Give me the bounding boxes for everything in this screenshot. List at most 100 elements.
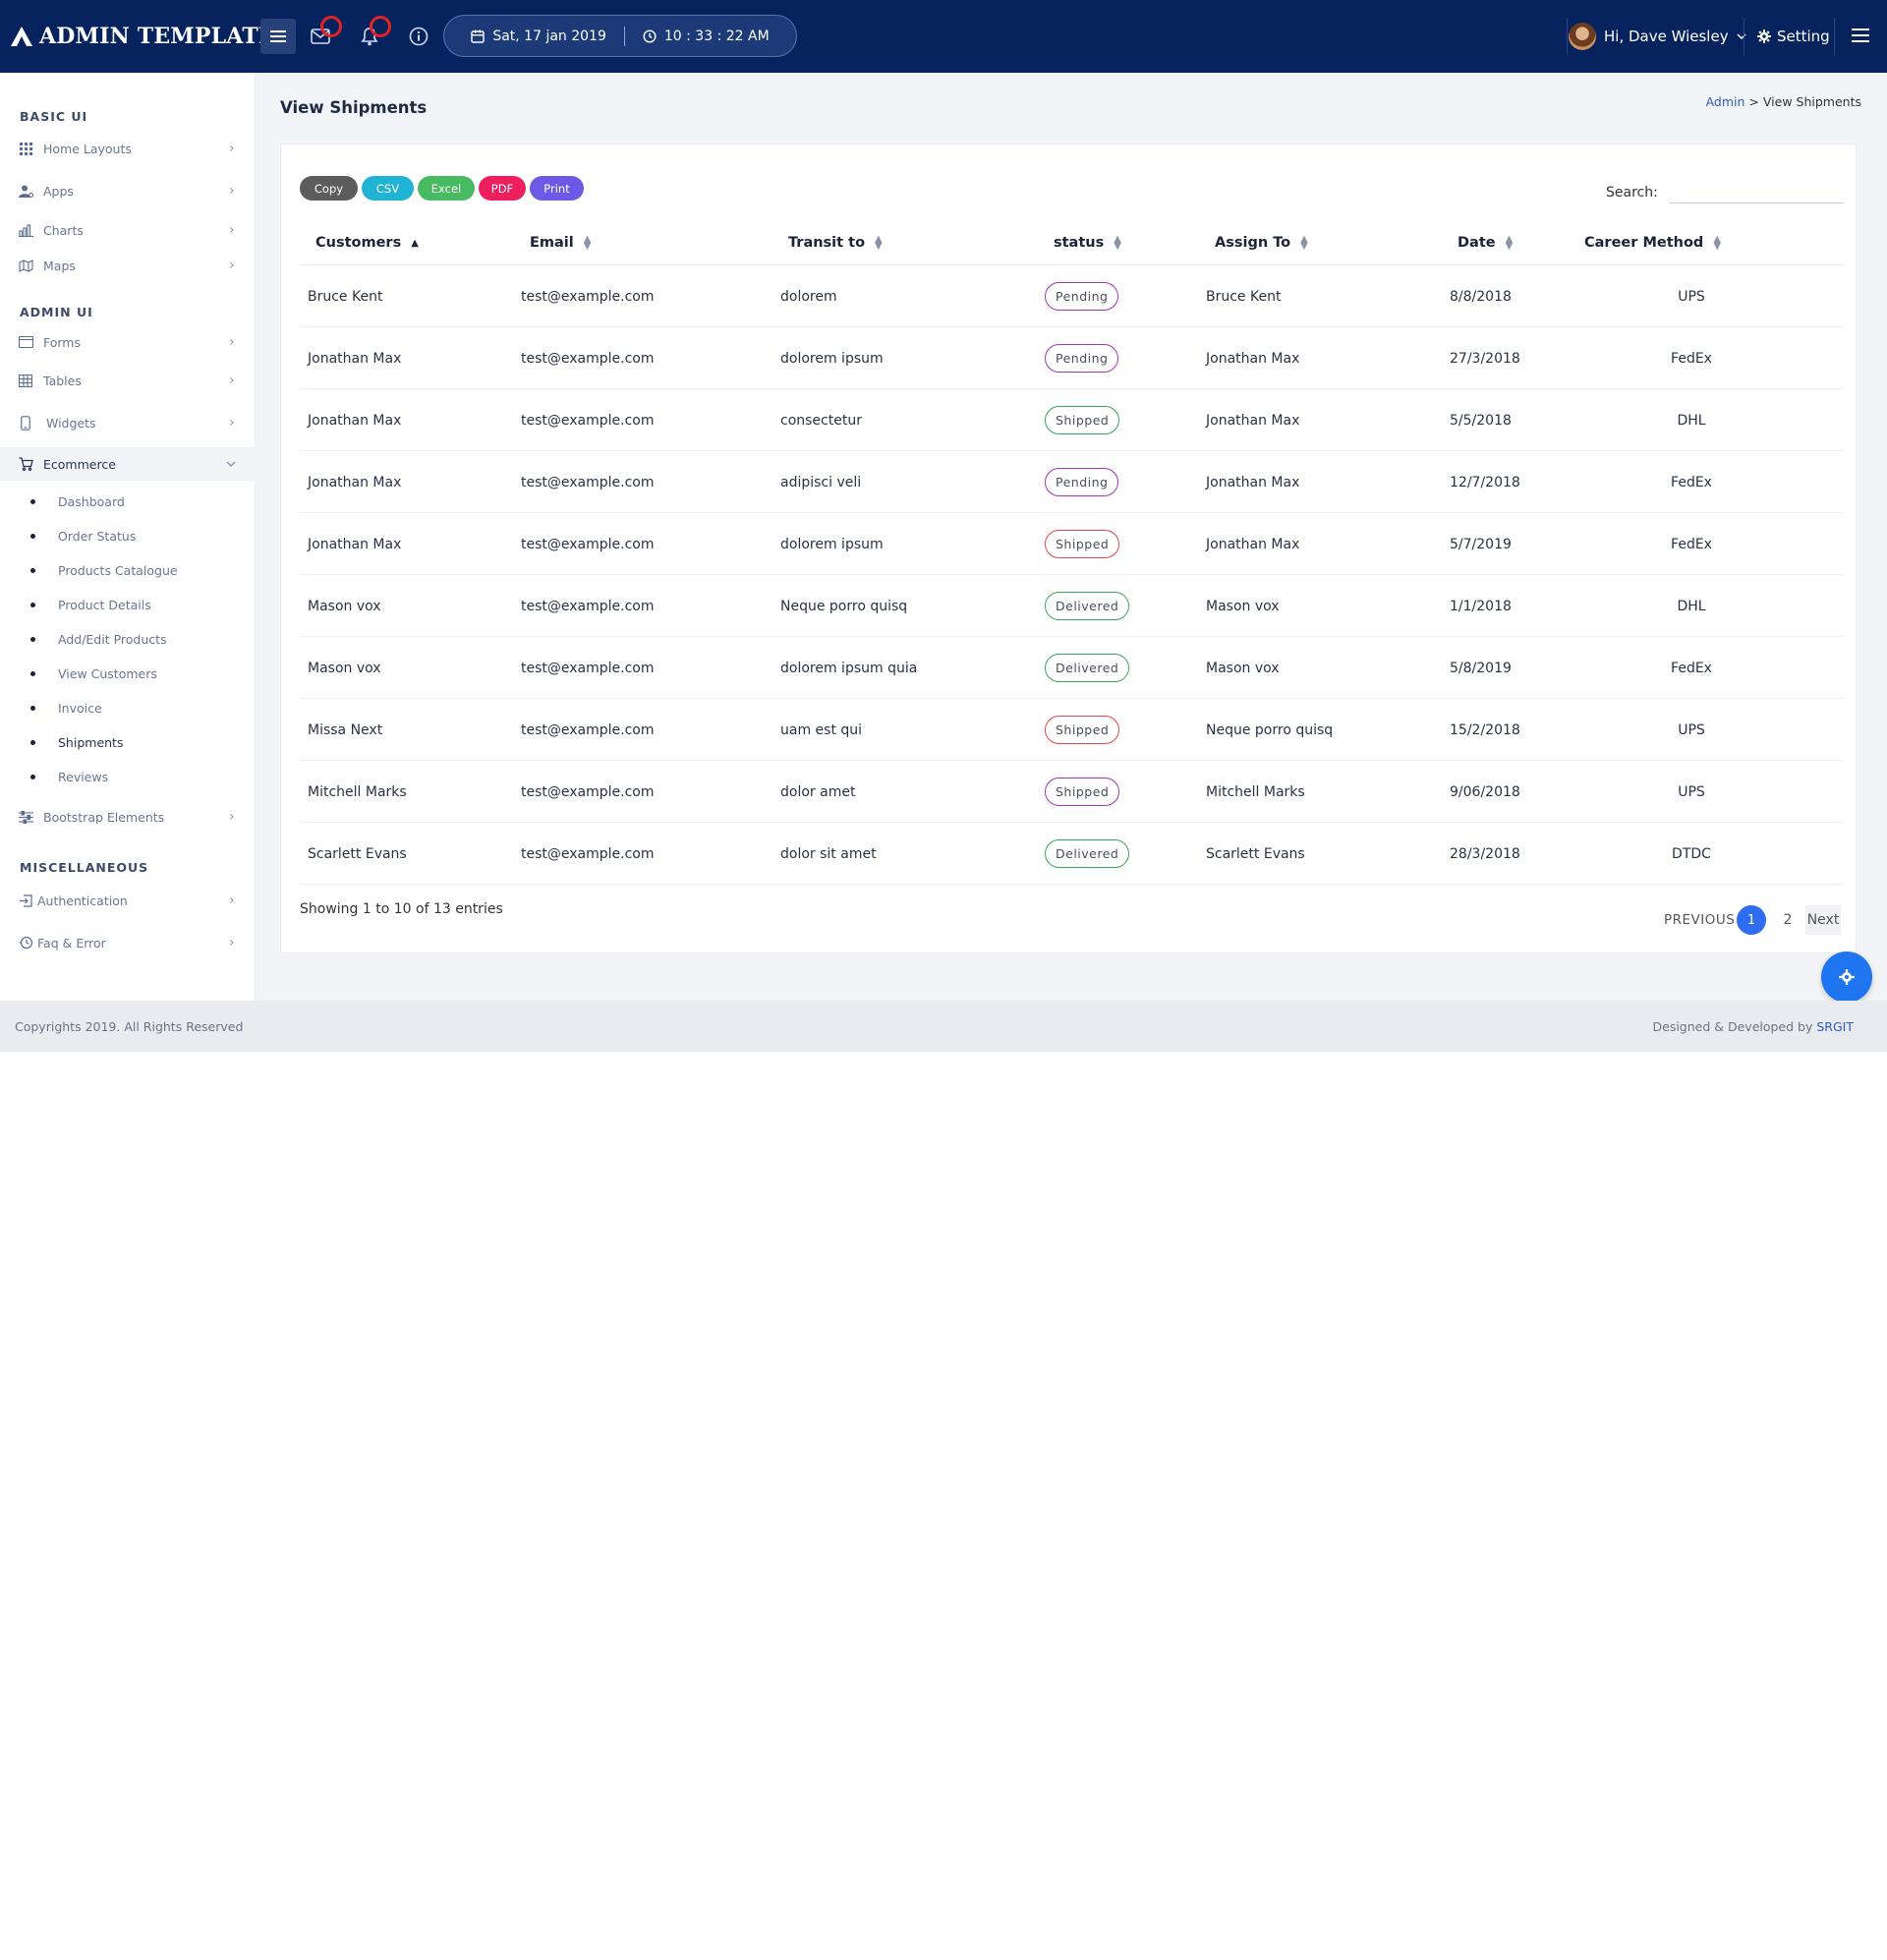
csv-button[interactable]: CSV <box>362 176 414 201</box>
status-badge: Shipped <box>1045 778 1120 806</box>
settings-fab-button[interactable] <box>1821 951 1872 1003</box>
previous-page-button[interactable]: PREVIOUS <box>1664 905 1735 935</box>
breadcrumb: Admin > View Shipments <box>1706 94 1861 109</box>
status-cell: Shipped <box>1045 761 1120 823</box>
breadcrumb-admin-link[interactable]: Admin <box>1706 94 1745 109</box>
column-header-date[interactable]: Date ▲ ▼ <box>1458 220 1513 265</box>
messages-button[interactable] <box>303 16 342 54</box>
page-1-button[interactable]: 1 <box>1737 905 1766 935</box>
submenu-item-products-catalogue[interactable]: Products Catalogue <box>0 557 256 583</box>
customer-cell: Missa Next <box>308 721 383 738</box>
status-badge: Pending <box>1045 282 1119 311</box>
transit-cell: Neque porro quisq <box>780 598 908 614</box>
sidebar-item-widgets[interactable]: Widgets › <box>0 408 256 437</box>
export-buttons: Copy CSV Excel PDF Print <box>300 176 584 201</box>
submenu-item-invoice[interactable]: Invoice <box>0 695 256 721</box>
transit-cell: uam est qui <box>780 721 863 738</box>
pdf-button[interactable]: PDF <box>479 176 526 201</box>
right-menu-icon[interactable] <box>1852 26 1871 45</box>
method-cell: DHL <box>1677 412 1706 429</box>
calendar-icon <box>471 29 486 43</box>
status-cell: Delivered <box>1045 823 1130 885</box>
mobile-icon <box>18 415 33 431</box>
sidebar-item-home-layouts[interactable]: Home Layouts › <box>0 134 256 163</box>
sidebar-item-charts[interactable]: Charts › <box>0 215 256 245</box>
bullet-icon <box>30 636 35 642</box>
divider <box>1567 18 1568 55</box>
email-cell: test@example.com <box>521 783 655 800</box>
sidebar-item-apps[interactable]: Apps › <box>0 176 256 205</box>
column-header-status[interactable]: status ▲ ▼ <box>1054 220 1121 265</box>
brand-logo[interactable]: ADMIN TEMPLATE <box>10 18 275 55</box>
date-cell: 15/2/2018 <box>1450 721 1520 738</box>
copy-button[interactable]: Copy <box>300 176 358 201</box>
bullet-icon <box>30 705 35 711</box>
submenu-item-product-details[interactable]: Product Details <box>0 592 256 617</box>
column-header-assign-to[interactable]: Assign To ▲ ▼ <box>1215 220 1308 265</box>
submenu-item-label: Order Status <box>58 528 137 544</box>
column-header-customers[interactable]: Customers ▲ <box>315 220 419 265</box>
sidebar-section-miscellaneous: MISCELLANEOUS <box>20 860 149 875</box>
email-cell: test@example.com <box>521 350 655 367</box>
setting-button[interactable]: Setting <box>1757 0 1830 73</box>
hamburger-icon <box>270 30 286 42</box>
sidebar-item-bootstrap-elements[interactable]: Bootstrap Elements › <box>0 802 256 832</box>
excel-button[interactable]: Excel <box>418 176 475 201</box>
method-cell: FedEx <box>1671 660 1712 676</box>
bullet-icon <box>30 670 35 676</box>
transit-cell: consectetur <box>780 412 862 429</box>
column-header-career-method[interactable]: Career Method ▲ ▼ <box>1584 220 1721 265</box>
email-cell: test@example.com <box>521 660 655 676</box>
method-cell: DHL <box>1677 598 1706 614</box>
submenu-item-order-status[interactable]: Order Status <box>0 523 256 548</box>
customer-cell: Bruce Kent <box>308 288 383 305</box>
user-menu-button[interactable]: Hi, Dave Wiesley <box>1569 0 1746 73</box>
menu-toggle-button[interactable] <box>260 19 296 54</box>
submenu-item-shipments[interactable]: Shipments <box>0 729 256 755</box>
current-time: 10 : 33 : 22 AM <box>663 28 770 44</box>
sidebar-item-authentication[interactable]: Authentication › <box>0 886 256 915</box>
method-cell: FedEx <box>1671 474 1712 490</box>
notifications-button[interactable] <box>352 16 391 54</box>
bullet-icon <box>30 774 35 779</box>
divider <box>623 26 625 46</box>
date-cell: 1/1/2018 <box>1450 598 1512 614</box>
company-link[interactable]: SRGIT <box>1816 1019 1854 1034</box>
page-2-button[interactable]: 2 <box>1782 905 1794 935</box>
top-navbar: ADMIN TEMPLATE Sat, 17 jan 2019 10 : 33 … <box>0 0 1887 73</box>
info-button[interactable] <box>401 19 436 54</box>
submenu-item-add-edit-products[interactable]: Add/Edit Products <box>0 626 256 652</box>
submenu-item-dashboard[interactable]: Dashboard <box>0 489 256 514</box>
print-button[interactable]: Print <box>530 176 584 201</box>
column-header-email[interactable]: Email ▲ ▼ <box>530 220 591 265</box>
email-cell: test@example.com <box>521 474 655 490</box>
breadcrumb-current: View Shipments <box>1762 94 1861 109</box>
submenu-item-view-customers[interactable]: View Customers <box>0 661 256 686</box>
sidebar-item-ecommerce[interactable]: Ecommerce <box>0 447 256 481</box>
column-header-label: status <box>1054 235 1105 251</box>
sidebar-item-maps[interactable]: Maps › <box>0 251 256 280</box>
sidebar-section-basic-ui: BASIC UI <box>20 109 88 124</box>
sidebar-item-label: Apps <box>43 183 74 199</box>
chevron-down-icon <box>1737 32 1746 39</box>
email-cell: test@example.com <box>521 845 655 862</box>
table-row: Mitchell Marks test@example.com dolor amet… <box>300 761 1844 823</box>
next-page-button[interactable]: Next <box>1805 905 1841 935</box>
submenu-item-reviews[interactable]: Reviews <box>0 764 256 789</box>
designed-by: Designed & Developed by SRGIT <box>1653 1019 1855 1034</box>
sidebar-item-tables[interactable]: Tables › <box>0 366 256 395</box>
sidebar-item-forms[interactable]: Forms › <box>0 327 256 357</box>
submenu-item-label: Invoice <box>58 700 102 716</box>
column-header-label: Transit to <box>788 235 866 251</box>
sort-icon: ▲ ▼ <box>1505 234 1514 252</box>
search-input[interactable] <box>1669 180 1844 203</box>
method-cell: UPS <box>1678 783 1705 800</box>
search-label: Search: <box>1606 185 1658 201</box>
column-header-transit-to[interactable]: Transit to ▲ ▼ <box>788 220 883 265</box>
status-badge: Pending <box>1045 344 1119 373</box>
column-header-label: Assign To <box>1215 235 1291 251</box>
assign-cell: Jonathan Max <box>1206 350 1300 367</box>
transit-cell: dolor sit amet <box>780 845 877 862</box>
assign-cell: Jonathan Max <box>1206 536 1300 552</box>
sidebar-item-faq-error[interactable]: Faq & Error › <box>0 928 256 957</box>
